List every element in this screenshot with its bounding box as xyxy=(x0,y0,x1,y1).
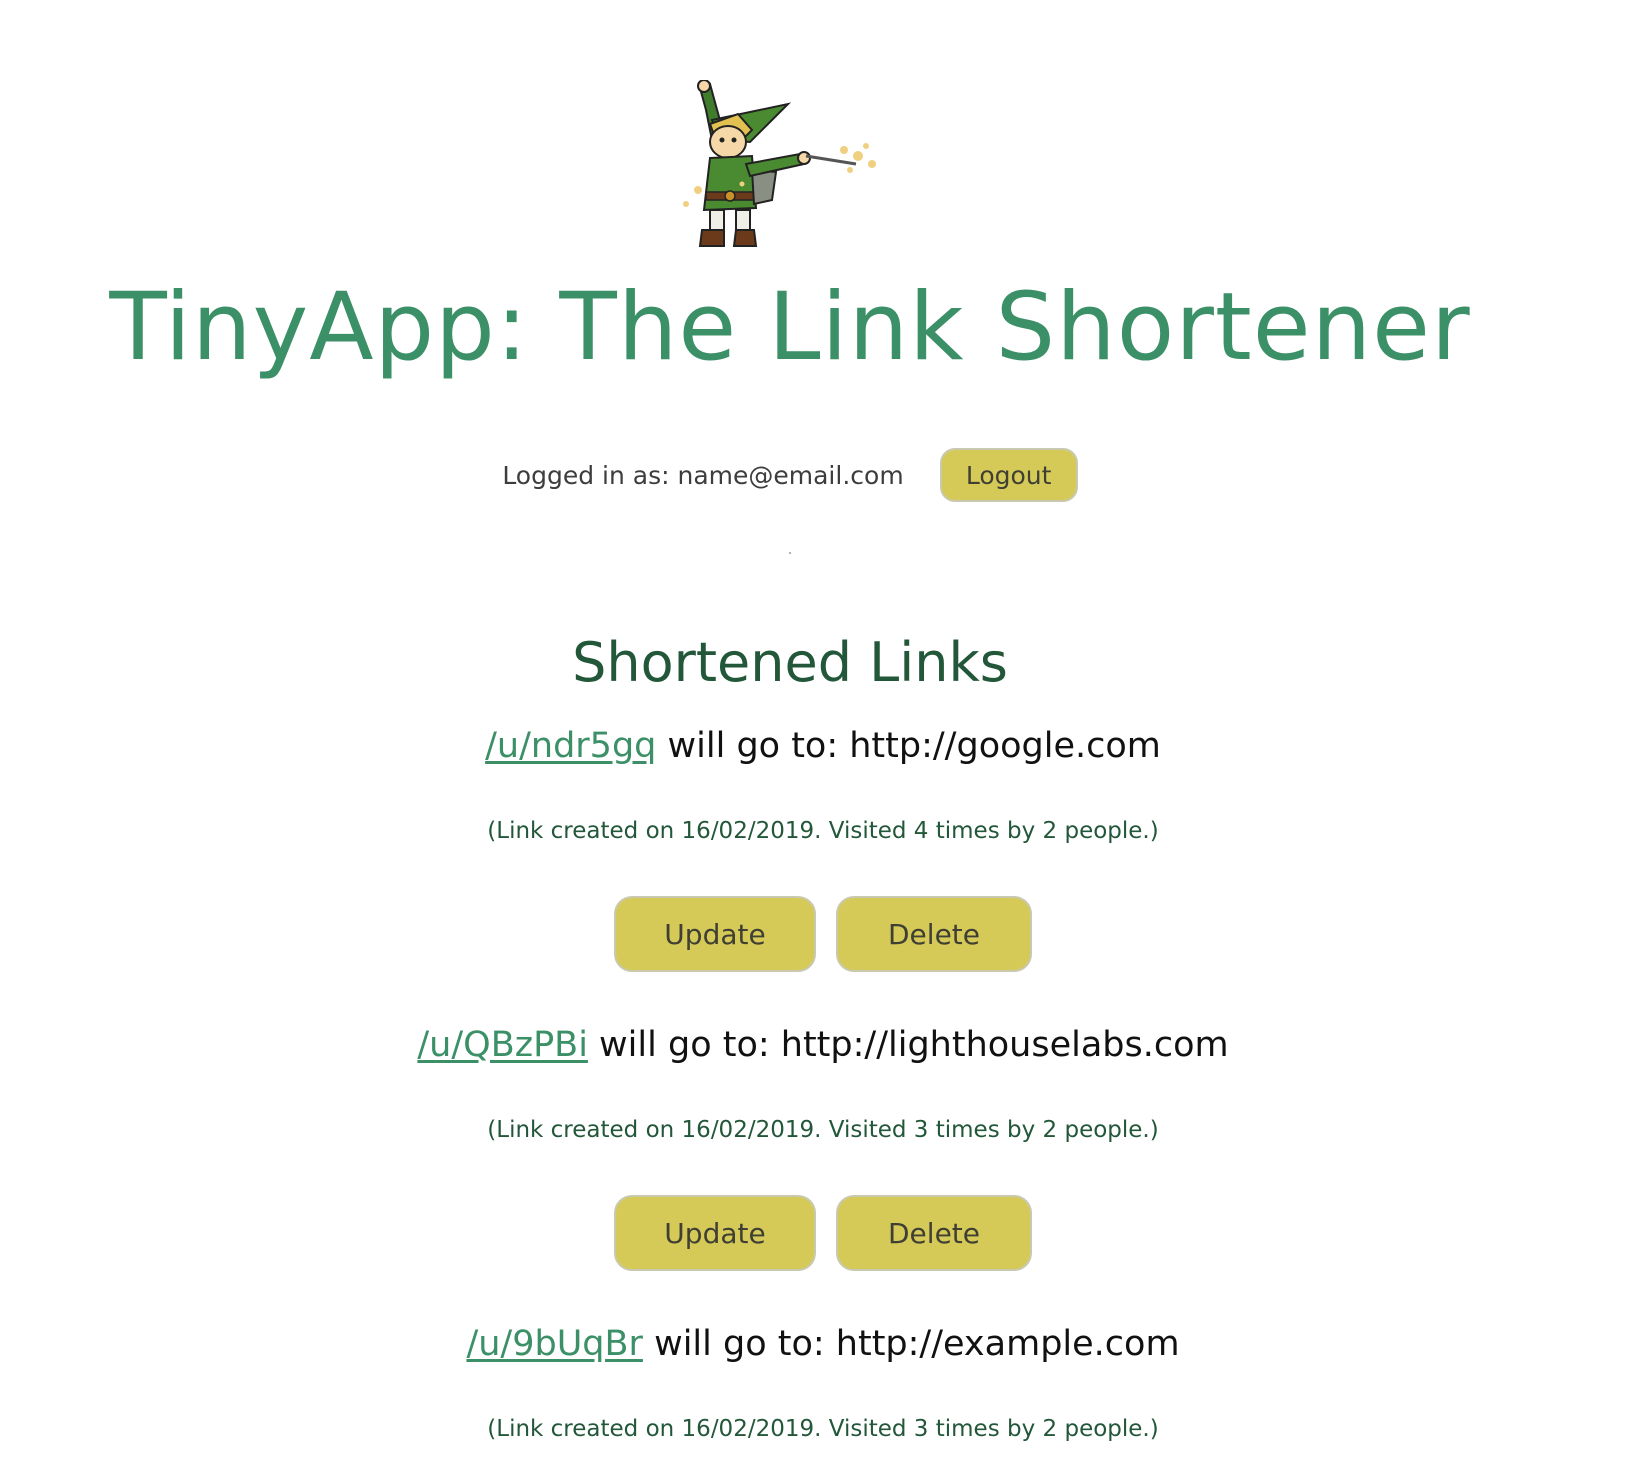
delete-button[interactable]: Delete xyxy=(836,1195,1032,1271)
link-actions: Update Delete xyxy=(0,1195,1646,1271)
destination-text: will go to: http://lighthouselabs.com xyxy=(587,1025,1229,1065)
auth-bar: Logged in as: name@email.com Logout xyxy=(0,448,1580,502)
page: TinyApp: The Link Shortener Logged in as… xyxy=(0,0,1646,1470)
link-meta: (Link created on 16/02/2019. Visited 3 t… xyxy=(487,1416,1159,1442)
link-entry: /u/9bUqBr will go to: http://example.com… xyxy=(0,1322,1646,1444)
destination-text: will go to: http://example.com xyxy=(642,1324,1180,1364)
link-line: /u/9bUqBr will go to: http://example.com xyxy=(0,1322,1646,1366)
logged-in-status: Logged in as: name@email.com xyxy=(502,460,904,490)
link-meta: (Link created on 16/02/2019. Visited 3 t… xyxy=(487,1117,1159,1143)
link-actions: Update Delete xyxy=(0,896,1646,972)
short-link[interactable]: /u/9bUqBr xyxy=(466,1324,643,1364)
link-entry: /u/QBzPBi will go to: http://lighthousel… xyxy=(0,1023,1646,1271)
page-title: TinyApp: The Link Shortener xyxy=(109,273,1471,382)
section-heading: Shortened Links xyxy=(572,631,1008,694)
link-line: /u/ndr5gq will go to: http://google.com xyxy=(0,724,1646,768)
link-meta: (Link created on 16/02/2019. Visited 4 t… xyxy=(487,818,1159,844)
link-line: /u/QBzPBi will go to: http://lighthousel… xyxy=(0,1023,1646,1067)
update-button[interactable]: Update xyxy=(614,1195,816,1271)
short-link[interactable]: /u/QBzPBi xyxy=(417,1025,588,1065)
link-entry: /u/ndr5gq will go to: http://google.com … xyxy=(0,724,1646,972)
destination-text: will go to: http://google.com xyxy=(656,726,1161,766)
divider-dot xyxy=(789,552,791,554)
delete-button[interactable]: Delete xyxy=(836,896,1032,972)
update-button[interactable]: Update xyxy=(614,896,816,972)
logout-button[interactable]: Logout xyxy=(939,448,1078,502)
wizard-mascot-icon xyxy=(683,80,876,247)
short-link[interactable]: /u/ndr5gq xyxy=(485,726,656,766)
